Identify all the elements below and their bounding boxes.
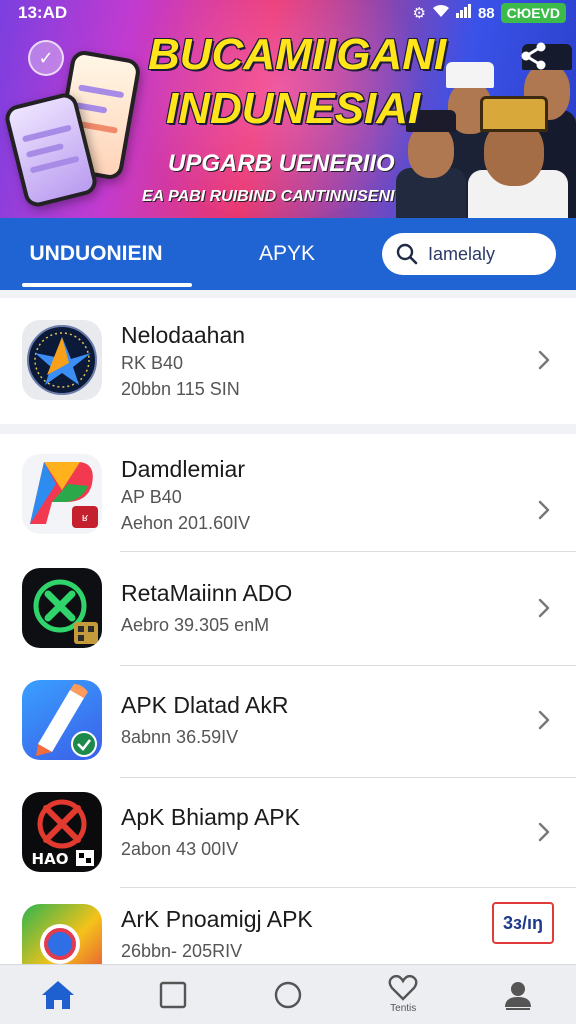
- tab-label: UNDUONIEIN: [29, 242, 163, 265]
- circle-icon: [274, 981, 302, 1008]
- app-name: ArK Pnoamigj APK: [121, 906, 313, 932]
- chevron-right-icon: [538, 822, 550, 842]
- colorful-p-app-icon: ʁ: [22, 454, 102, 534]
- status-icons: ⚙ 88 CЮEVD: [413, 3, 566, 23]
- app-name: ApK Bhiamp APK: [121, 804, 300, 830]
- chevron-right-icon: [538, 350, 550, 370]
- svg-text:HAO: HAO: [32, 850, 69, 868]
- tab-label: APYK: [258, 242, 316, 265]
- download-badge[interactable]: 3ɜ/ıŋ: [492, 902, 554, 944]
- settings-status-icon: ⚙: [412, 5, 426, 22]
- list-item[interactable]: RetaMaiinn ADO Aebro 39.305 enM: [0, 568, 576, 648]
- phone-ui-bar: [21, 124, 72, 143]
- person-hat: [446, 62, 494, 88]
- app-version: RK B40: [121, 353, 184, 373]
- app-screen: 13:AD ⚙ 88 CЮEVD ✓ BUCAMIIGANI INDUNESIA…: [0, 0, 576, 1024]
- pen-app-icon: [22, 680, 102, 760]
- red-x-logo-icon: HAO: [32, 799, 94, 868]
- app-size: Aebro 39.305 enM: [121, 615, 270, 635]
- app-list-card: ʁ Damdlemiar AP B40 Aehon 201.60IV RetaM…: [0, 434, 576, 984]
- status-time: 13:AD: [18, 3, 68, 22]
- app-version: AP B40: [121, 487, 182, 507]
- signal-icon: [455, 4, 472, 22]
- share-button[interactable]: [516, 38, 552, 74]
- profile-icon: [505, 981, 532, 1010]
- app-name: Damdlemiar: [121, 456, 245, 482]
- promo-banner[interactable]: 13:AD ⚙ 88 CЮEVD ✓ BUCAMIIGANI INDUNESIA…: [0, 0, 576, 218]
- featured-app-card[interactable]: Nelodaahan RK B40 20bbn 115 SIN: [0, 298, 576, 424]
- list-divider: [120, 887, 576, 888]
- share-icon: [521, 42, 546, 70]
- pen-logo-icon: [36, 684, 97, 757]
- star-logo-icon: [27, 325, 97, 395]
- app-texts: RetaMaiinn ADO Aebro 39.305 enM: [121, 578, 292, 638]
- bottom-navigation: Tentis: [0, 964, 576, 1024]
- list-item[interactable]: Nelodaahan RK B40 20bbn 115 SIN: [0, 320, 576, 400]
- banner-title-line-1: BUCAMIIGANI: [148, 30, 447, 79]
- tab-bar: UNDUONIEIN APYK: [0, 218, 576, 290]
- wifi-icon: [432, 4, 450, 22]
- app-texts: Nelodaahan RK B40 20bbn 115 SIN: [121, 320, 245, 402]
- phone-ui-bar: [25, 142, 65, 158]
- app-texts: ArK Pnoamigj APK 26bbn- 205RIV: [121, 904, 313, 964]
- battery-indicator: CЮEVD: [500, 3, 566, 23]
- app-size: 2abon 43 00IV: [121, 839, 239, 859]
- phone-ui-bar: [29, 155, 80, 174]
- app-size: Aehon 201.60IV: [121, 513, 251, 533]
- square-icon: [159, 981, 186, 1008]
- app-texts: ApK Bhiamp APK 2abon 43 00IV: [121, 802, 300, 862]
- app-name: Nelodaahan: [121, 322, 246, 348]
- app-name: RetaMaiinn ADO: [121, 580, 293, 606]
- banner-subtitle: UPGARB UENERIIO: [168, 150, 395, 177]
- red-x-app-icon: HAO: [22, 792, 102, 872]
- app-size: 20bbn 115 SIN: [121, 379, 240, 399]
- star-app-icon: [22, 320, 102, 400]
- chevron-right-icon: [538, 500, 550, 520]
- nav-home[interactable]: [0, 965, 115, 1024]
- nav-circle[interactable]: [230, 965, 345, 1024]
- list-item[interactable]: ʁ Damdlemiar AP B40 Aehon 201.60IV: [0, 454, 576, 534]
- app-size: 26bbn- 205RIV: [121, 941, 243, 961]
- search-box[interactable]: [382, 233, 556, 275]
- active-tab-indicator: [22, 283, 192, 287]
- x-logo-icon: [33, 579, 98, 644]
- tab-undonesian[interactable]: UNDUONIEIN: [0, 218, 192, 290]
- app-texts: APK Dlatad AkR 8abnn 36.59IV: [121, 690, 288, 750]
- chevron-right-icon: [538, 710, 550, 730]
- green-x-app-icon: [22, 568, 102, 648]
- nav-profile[interactable]: [461, 965, 576, 1024]
- network-text: 88: [477, 4, 495, 22]
- list-item[interactable]: HAO ApK Bhiamp APK 2abon 43 00IV: [0, 792, 576, 872]
- list-divider: [120, 551, 576, 552]
- list-item[interactable]: APK Dlatad AkR 8abnn 36.59IV: [0, 680, 576, 760]
- search-input[interactable]: [428, 243, 538, 265]
- home-icon: [41, 980, 74, 1009]
- banner-tagline: EA PABI RUIBIND CANTINNISENI: [142, 188, 395, 205]
- app-name: APK Dlatad AkR: [121, 692, 289, 718]
- status-bar: 13:AD ⚙ 88 CЮEVD: [0, 0, 576, 26]
- list-divider: [120, 777, 576, 778]
- check-bubble-icon: ✓: [28, 40, 64, 76]
- person-hat: [480, 96, 548, 132]
- p-logo-icon: ʁ: [30, 462, 98, 528]
- svg-text:ʁ: ʁ: [82, 511, 89, 524]
- search-icon: [396, 243, 418, 265]
- banner-title-line-2: INDUNESIAI: [166, 84, 421, 133]
- list-divider: [120, 665, 576, 666]
- app-texts: Damdlemiar AP B40 Aehon 201.60IV: [121, 454, 250, 536]
- heart-icon: [388, 975, 418, 1001]
- phone-ui-bar: [77, 84, 125, 99]
- tab-apk[interactable]: APYK: [192, 218, 382, 290]
- app-size: 8abnn 36.59IV: [121, 727, 239, 747]
- chevron-right-icon: [538, 598, 550, 618]
- nav-label: Tentis: [390, 1003, 417, 1014]
- nav-square[interactable]: [115, 965, 230, 1024]
- nav-favorites[interactable]: Tentis: [346, 965, 461, 1024]
